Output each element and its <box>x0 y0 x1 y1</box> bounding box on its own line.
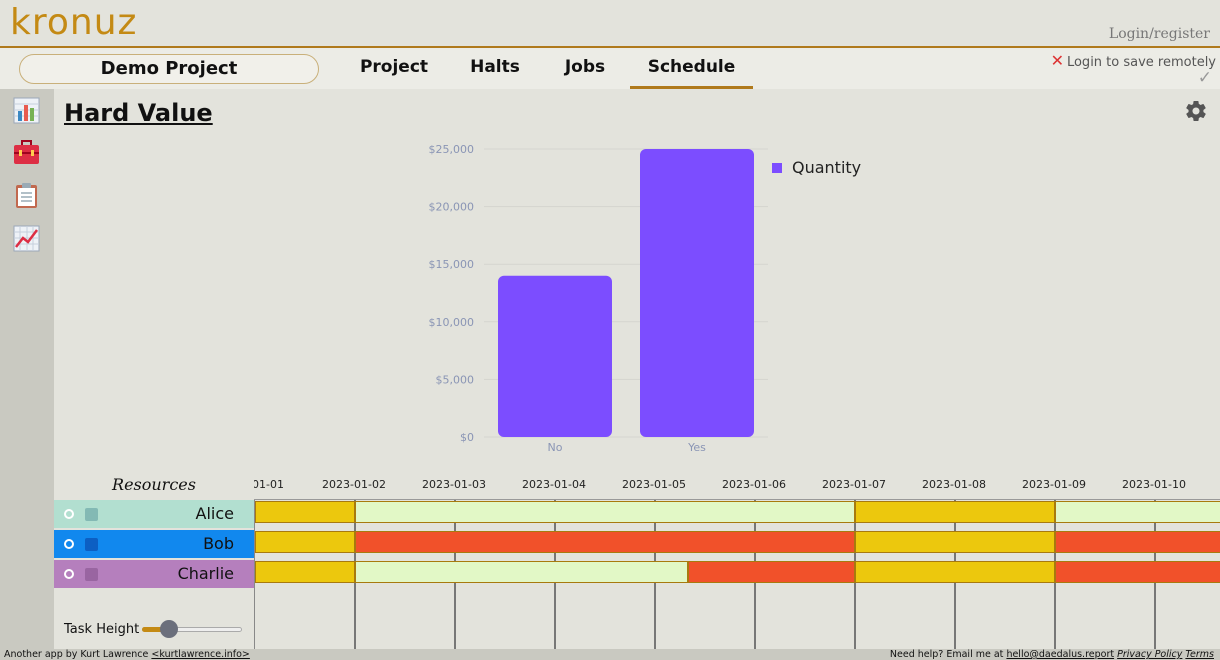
resource-name: Bob <box>203 534 234 553</box>
page-title: Hard Value <box>64 99 213 127</box>
sidebar <box>0 89 54 649</box>
gantt-schedule: Resources 01-01 2023-01-02 2023-01-03 2023-… <box>54 474 1220 649</box>
tab-halts[interactable]: Halts <box>462 48 528 89</box>
bar-chart: $0 $5,000 $10,000 $15,000 $20,000 $25,000 No Ye… <box>429 143 862 454</box>
line-chart-icon[interactable] <box>13 225 40 252</box>
task-bar[interactable] <box>355 561 688 583</box>
legend-label: Quantity <box>792 158 861 177</box>
task-height-label: Task Height <box>64 622 140 637</box>
resource-toggle[interactable] <box>64 509 74 519</box>
resource-row-bob[interactable]: Bob <box>54 530 254 558</box>
task-bar[interactable] <box>688 561 855 583</box>
app-logo[interactable]: kronuz <box>10 2 137 43</box>
resource-icon <box>85 538 98 551</box>
tab-jobs[interactable]: Jobs <box>556 48 614 89</box>
task-bar[interactable] <box>355 531 855 553</box>
privacy-policy-label: Privacy Policy <box>1117 649 1183 660</box>
task-bar[interactable] <box>255 501 355 523</box>
task-bar[interactable] <box>255 561 355 583</box>
checkmark-icon: ✓ <box>1197 68 1212 88</box>
y-tick-label: $5,000 <box>436 373 475 386</box>
date-tick: 2023-01-08 <box>922 478 986 491</box>
save-remotely-text: Login to save remotely <box>1066 55 1216 70</box>
footer-help: Need help? Email me at hello@daedalus.re… <box>890 649 1214 660</box>
save-remotely-status: ✕ Login to save remotely <box>1051 51 1216 70</box>
date-tick: 2023-01-02 <box>322 478 386 491</box>
login-register-link[interactable]: Login/register <box>1109 26 1210 42</box>
resource-row-alice[interactable]: Alice <box>54 500 254 528</box>
task-bar[interactable] <box>855 561 1055 583</box>
help-email-link[interactable]: hello@daedalus.report <box>1006 649 1114 660</box>
task-bar[interactable] <box>1055 561 1220 583</box>
bar-no <box>498 275 612 437</box>
terms-link[interactable]: Terms <box>1185 649 1214 660</box>
credit-text: Another app by Kurt Lawrence <box>4 649 149 660</box>
y-tick-label: $15,000 <box>429 258 475 271</box>
x-tick-label: No <box>548 441 563 454</box>
help-text: Need help? Email me at <box>889 649 1004 660</box>
toolbox-icon[interactable] <box>13 139 40 166</box>
legend-swatch <box>772 163 782 173</box>
task-bar[interactable] <box>1055 531 1220 553</box>
author-link[interactable]: <kurtlawrence.info> <box>151 649 249 660</box>
resource-toggle[interactable] <box>64 539 74 549</box>
task-bar[interactable] <box>855 501 1055 523</box>
gantt-timeline[interactable] <box>254 500 1220 649</box>
date-tick: 2023-01-07 <box>822 478 886 491</box>
y-tick-label: $10,000 <box>429 316 475 329</box>
y-tick-label: $0 <box>460 431 474 444</box>
main-content: Hard Value $0 $5,000 $10,000 $15,000 $20,000… <box>54 89 1220 649</box>
bar-yes <box>640 149 754 437</box>
resource-icon <box>85 508 98 521</box>
date-tick: 2023-01-06 <box>722 478 786 491</box>
top-bar: kronuz Login/register <box>0 0 1220 48</box>
footer: Another app by Kurt Lawrence <kurtlawren… <box>0 649 1220 660</box>
y-tick-label: $20,000 <box>429 201 475 214</box>
task-bar[interactable] <box>255 531 355 553</box>
resource-row-charlie[interactable]: Charlie <box>54 560 254 588</box>
clipboard-icon[interactable] <box>13 182 40 209</box>
tab-schedule[interactable]: Schedule <box>630 48 753 89</box>
resource-name: Alice <box>195 504 234 523</box>
task-height-slider[interactable] <box>142 620 242 638</box>
date-axis: 01-01 2023-01-02 2023-01-03 2023-01-04 2023-… <box>254 474 1220 500</box>
y-tick-label: $25,000 <box>429 143 475 156</box>
resources-header: Resources <box>112 475 196 494</box>
date-tick: 2023-01-04 <box>522 478 586 491</box>
close-icon: ✕ <box>1050 51 1064 70</box>
bar-chart-icon[interactable] <box>13 97 40 124</box>
date-tick: 2023-01-09 <box>1022 478 1086 491</box>
project-name-button[interactable]: Demo Project <box>19 54 319 84</box>
date-tick: 01-01 <box>254 478 284 491</box>
footer-credit: Another app by Kurt Lawrence <kurtlawren… <box>4 649 250 660</box>
tab-project[interactable]: Project <box>356 48 432 89</box>
gear-icon[interactable] <box>1184 99 1208 123</box>
date-tick: 2023-01-05 <box>622 478 686 491</box>
date-tick: 2023-01-10 <box>1122 478 1186 491</box>
date-tick: 2023-01-03 <box>422 478 486 491</box>
task-bar[interactable] <box>1055 501 1220 523</box>
terms-label: Terms <box>1185 649 1214 660</box>
resource-toggle[interactable] <box>64 569 74 579</box>
x-tick-label: Yes <box>687 441 706 454</box>
task-bar[interactable] <box>855 531 1055 553</box>
task-bar[interactable] <box>355 501 855 523</box>
navigation-bar: Demo Project Project Halts Jobs Schedule… <box>0 48 1220 89</box>
resource-icon <box>85 568 98 581</box>
privacy-policy-link[interactable]: Privacy Policy <box>1117 649 1182 660</box>
slider-handle[interactable] <box>160 620 178 638</box>
resource-name: Charlie <box>177 564 234 583</box>
